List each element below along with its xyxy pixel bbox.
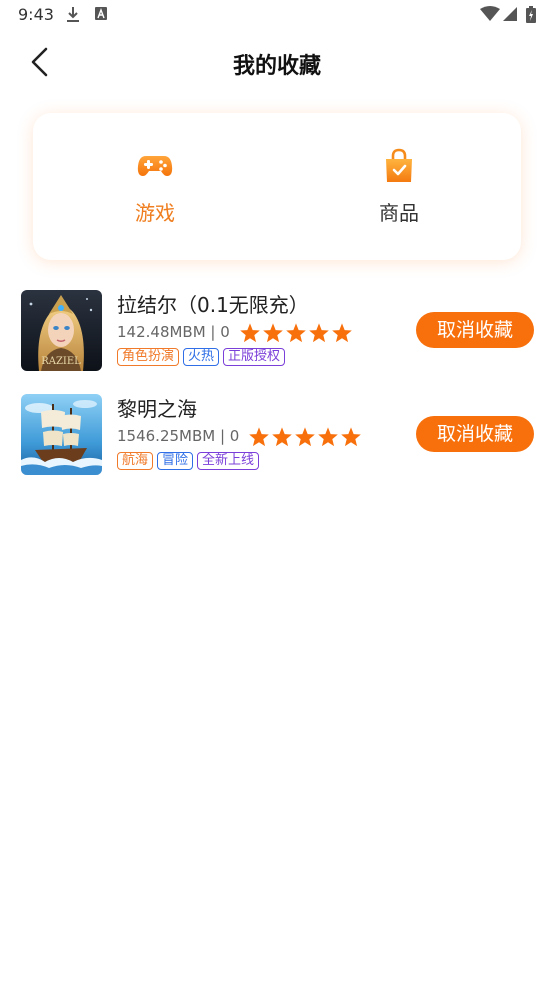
star-icon xyxy=(309,323,329,343)
font-app-icon xyxy=(95,7,107,20)
shopping-bag-icon xyxy=(386,148,412,182)
tab-goods-label: 商品 xyxy=(379,201,419,225)
star-icon xyxy=(295,427,315,447)
tag-badge: 角色扮演 xyxy=(117,348,180,366)
game-name: 拉结尔（0.1无限充） xyxy=(117,293,309,317)
wifi-icon xyxy=(480,6,500,21)
tag-list: 角色扮演 火热 正版授权 xyxy=(117,348,286,366)
page-title: 我的收藏 xyxy=(232,54,321,79)
rating-stars xyxy=(239,322,353,344)
download-icon xyxy=(67,7,79,22)
star-icon xyxy=(341,427,361,447)
category-tabs: 游戏 商品 xyxy=(33,113,521,260)
game-meta: 142.48MBM | 0 xyxy=(117,323,230,341)
game-thumbnail: RAZIEL xyxy=(21,290,102,371)
status-bar: 9:43 xyxy=(0,0,554,30)
tag-list: 航海 冒险 全新上线 xyxy=(117,452,260,470)
star-icon xyxy=(272,427,292,447)
header: 我的收藏 xyxy=(0,30,554,94)
tab-goods[interactable]: 商品 xyxy=(277,113,521,260)
tag-badge: 航海 xyxy=(117,452,154,470)
list-item[interactable]: 黎明之海 1546.25MBM | 0 航海 冒险 全新上线 取消收藏 xyxy=(0,393,554,477)
tag-badge: 火热 xyxy=(183,348,220,366)
tag-badge: 正版授权 xyxy=(223,348,286,366)
status-time: 9:43 xyxy=(18,5,54,24)
rating-stars xyxy=(248,426,362,448)
star-icon xyxy=(332,323,352,343)
tag-badge: 全新上线 xyxy=(197,452,260,470)
unfavorite-button[interactable]: 取消收藏 xyxy=(416,416,534,452)
star-icon xyxy=(318,427,338,447)
star-icon xyxy=(286,323,306,343)
unfavorite-button[interactable]: 取消收藏 xyxy=(416,312,534,348)
thumb-logo-text: RAZIEL xyxy=(41,356,81,367)
signal-icon xyxy=(503,7,517,21)
tab-games-label: 游戏 xyxy=(135,201,175,225)
tag-badge: 冒险 xyxy=(157,452,194,470)
star-icon xyxy=(240,323,260,343)
gamepad-icon xyxy=(137,156,173,176)
battery-icon xyxy=(526,6,536,23)
star-icon xyxy=(249,427,269,447)
game-meta: 1546.25MBM | 0 xyxy=(117,427,240,445)
game-thumbnail xyxy=(21,394,102,475)
list-item[interactable]: RAZIEL 拉结尔（0.1无限充） 142.48MBM | 0 角色扮演 火热… xyxy=(0,289,554,373)
star-icon xyxy=(263,323,283,343)
game-name: 黎明之海 xyxy=(117,397,197,421)
tab-games[interactable]: 游戏 xyxy=(33,113,277,260)
